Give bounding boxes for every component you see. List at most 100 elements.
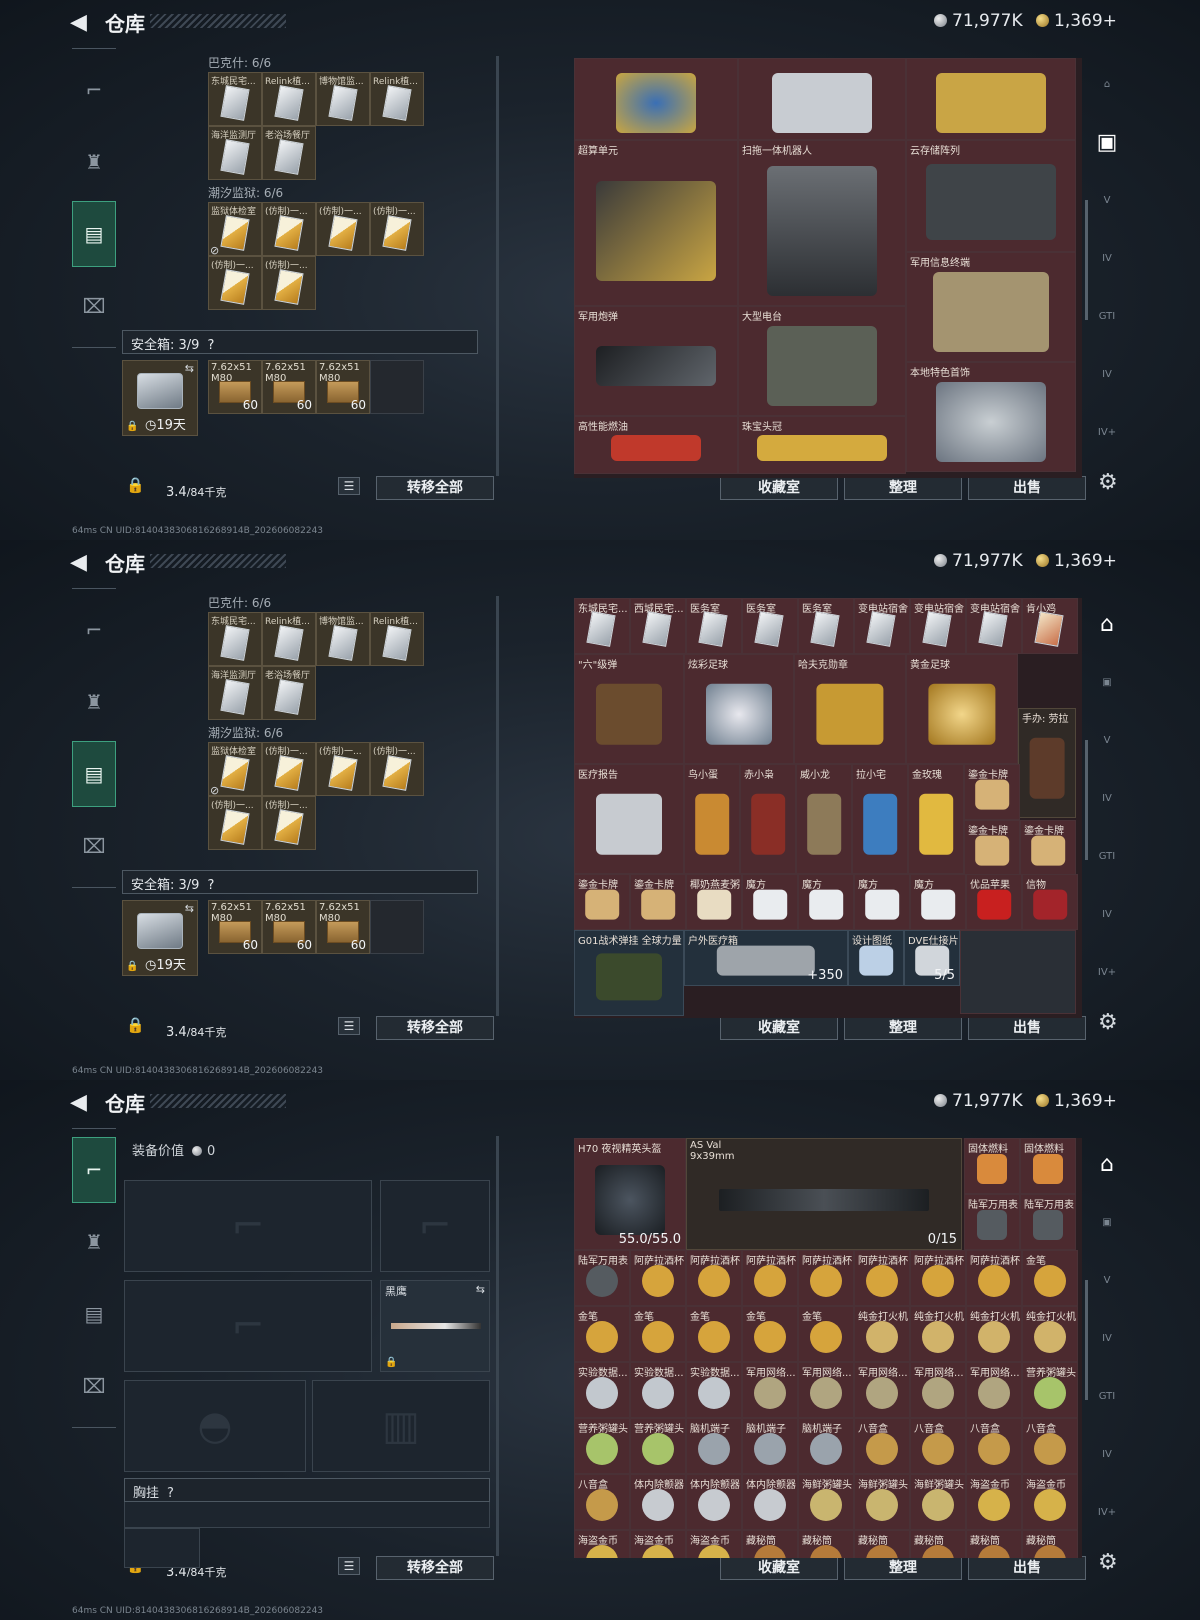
sell-button[interactable]: 出售	[968, 476, 1086, 500]
item-slot[interactable]: 阿萨拉酒杯	[742, 1250, 798, 1306]
ammo-slot[interactable]: 7.62x51 M80 60	[262, 900, 316, 954]
item-slot[interactable]: 金笔	[686, 1306, 742, 1362]
briefcase-tab-icon[interactable]: ⌧	[72, 1353, 116, 1419]
weapon-tab-icon[interactable]: ⌐	[72, 597, 116, 663]
transfer-all-button[interactable]: 转移全部	[376, 1016, 494, 1040]
item-slot[interactable]: 藏秘筒	[910, 1530, 966, 1558]
storage-card-slot[interactable]: Relink植...	[262, 612, 316, 666]
gold-plus[interactable]: +	[1103, 551, 1117, 571]
empty-slot[interactable]	[370, 900, 424, 954]
item-slot[interactable]: 设计图纸	[848, 930, 904, 986]
help-icon[interactable]: ?	[207, 878, 214, 893]
item-slot[interactable]: 陆军万用表	[574, 1250, 630, 1306]
container-tab-icon[interactable]: ▤	[72, 201, 116, 267]
transfer-all-button[interactable]: 转移全部	[376, 476, 494, 500]
gold-plus[interactable]: +	[1103, 1091, 1117, 1111]
item-slot[interactable]: 鎏金卡牌	[630, 874, 686, 930]
weapon-tab-icon[interactable]: ⌐	[72, 1137, 116, 1203]
item-slot[interactable]: 纯金打火机	[1022, 1306, 1078, 1362]
item-slot[interactable]: 脑机端子	[742, 1418, 798, 1474]
item-slot[interactable]: 藏秘筒	[854, 1530, 910, 1558]
item-slot[interactable]	[574, 58, 738, 140]
empty-slot[interactable]	[370, 360, 424, 414]
item-slot[interactable]: 纯金打火机	[854, 1306, 910, 1362]
storage-card-slot[interactable]: 海洋监测厅	[208, 666, 262, 720]
item-slot[interactable]	[960, 930, 1076, 1014]
sell-button[interactable]: 出售	[968, 1556, 1086, 1580]
safebox-slot[interactable]: ⇆ 🔒 ◷19天	[122, 360, 198, 436]
chest-rig-item[interactable]	[124, 1528, 200, 1568]
filter-v-a-icon[interactable]: V	[1090, 1258, 1124, 1304]
item-slot[interactable]: 椰奶燕麦粥	[686, 874, 742, 930]
item-slot[interactable]: 变电站宿舍	[854, 598, 910, 654]
item-slot[interactable]: 海鲜粥罐头	[910, 1474, 966, 1530]
left-scrollbar[interactable]	[496, 596, 499, 1016]
gold-plus[interactable]: +	[1103, 11, 1117, 31]
item-slot[interactable]: 魔方	[742, 874, 798, 930]
storage-card-slot[interactable]: (仿制)一...	[262, 256, 316, 310]
filter-iv-a-icon[interactable]: IV	[1090, 1316, 1124, 1362]
storage-card-slot[interactable]: 东城民宅...	[208, 72, 262, 126]
item-slot[interactable]: 赤小枭	[740, 764, 796, 874]
item-slot[interactable]: 体内除颤器	[630, 1474, 686, 1530]
item-slot[interactable]: 肯小鸡	[1022, 598, 1078, 654]
item-slot[interactable]: 医务室	[798, 598, 854, 654]
sort-button[interactable]: 整理	[844, 1016, 962, 1040]
right-scrollbar[interactable]	[1085, 200, 1088, 320]
item-slot[interactable]: 固体燃料	[1020, 1138, 1076, 1194]
item-slot[interactable]: 医务室	[686, 598, 742, 654]
item-slot[interactable]: 军用信息终端	[906, 252, 1076, 362]
gold-currency[interactable]: 1,369+	[1036, 551, 1117, 571]
item-slot[interactable]: 魔方	[854, 874, 910, 930]
item-slot[interactable]: 海盗金币	[574, 1530, 630, 1558]
item-slot[interactable]: 营养粥罐头	[574, 1418, 630, 1474]
item-slot[interactable]: 海盗金币	[966, 1474, 1022, 1530]
filter-home-icon[interactable]: ⌂	[1090, 1142, 1124, 1188]
item-slot[interactable]: 固体燃料	[964, 1138, 1020, 1194]
item-slot[interactable]: 户外医疗箱 +350	[684, 930, 848, 986]
filter-iv-b-icon[interactable]: IV	[1090, 352, 1124, 398]
item-slot[interactable]: 鸟小蛋	[684, 764, 740, 874]
item-slot[interactable]: 鎏金卡牌	[1020, 820, 1076, 876]
item-slot[interactable]: 军用炮弹	[574, 306, 738, 416]
rifle-slot-2[interactable]: ⌐	[124, 1280, 372, 1372]
item-slot[interactable]: 军用网络...	[854, 1362, 910, 1418]
helmet-slot[interactable]: ◓	[124, 1380, 306, 1472]
transfer-all-button[interactable]: 转移全部	[376, 1556, 494, 1580]
item-slot[interactable]: 东城民宅...	[574, 598, 630, 654]
rifle-slot[interactable]: ⌐	[124, 1180, 372, 1272]
item-slot[interactable]: 手办: 劳拉	[1018, 708, 1076, 818]
item-slot[interactable]: 魔方	[798, 874, 854, 930]
help-icon[interactable]: ?	[167, 1486, 174, 1501]
item-slot[interactable]: 拉小宅	[852, 764, 908, 874]
item-slot[interactable]: 军用网络...	[966, 1362, 1022, 1418]
ammo-slot[interactable]: 7.62x51 M80 60	[262, 360, 316, 414]
item-slot[interactable]: 金笔	[574, 1306, 630, 1362]
armor-tab-icon[interactable]: ♜	[72, 669, 116, 735]
item-slot[interactable]: 云存储阵列	[906, 140, 1076, 252]
ammo-slot[interactable]: 7.62x51 M80 60	[316, 360, 370, 414]
item-slot[interactable]: 阿萨拉酒杯	[686, 1250, 742, 1306]
item-slot[interactable]: "六"级弹	[574, 654, 684, 764]
item-slot[interactable]: 营养粥罐头	[630, 1418, 686, 1474]
filter-iv-b-icon[interactable]: IV	[1090, 892, 1124, 938]
item-slot[interactable]	[738, 58, 906, 140]
storage-card-slot[interactable]: (仿制)一...	[262, 796, 316, 850]
item-slot[interactable]: 扫拖一体机器人	[738, 140, 906, 306]
item-slot[interactable]: 金玫瑰	[908, 764, 964, 874]
armor-tab-icon[interactable]: ♜	[72, 1209, 116, 1275]
sort-button[interactable]: 整理	[844, 1556, 962, 1580]
item-slot[interactable]: 营养粥罐头	[1022, 1362, 1078, 1418]
briefcase-tab-icon[interactable]: ⌧	[72, 813, 116, 879]
back-arrow-icon[interactable]: ◀	[70, 1090, 87, 1115]
container-tab-icon[interactable]: ▤	[72, 1281, 116, 1347]
item-slot[interactable]: 医疗报告	[574, 764, 684, 874]
filter-gti-icon[interactable]: GTI	[1090, 834, 1124, 880]
item-slot[interactable]: 八音盒	[966, 1418, 1022, 1474]
item-slot[interactable]: 鎏金卡牌	[964, 764, 1020, 820]
ammo-slot[interactable]: 7.62x51 M80 60	[208, 360, 262, 414]
item-slot[interactable]: 高性能燃油	[574, 416, 738, 474]
item-slot[interactable]: 体内除颤器	[742, 1474, 798, 1530]
item-slot[interactable]: 变电站宿舍	[966, 598, 1022, 654]
item-slot[interactable]: G01战术弹挂 全球力量	[574, 930, 684, 1016]
